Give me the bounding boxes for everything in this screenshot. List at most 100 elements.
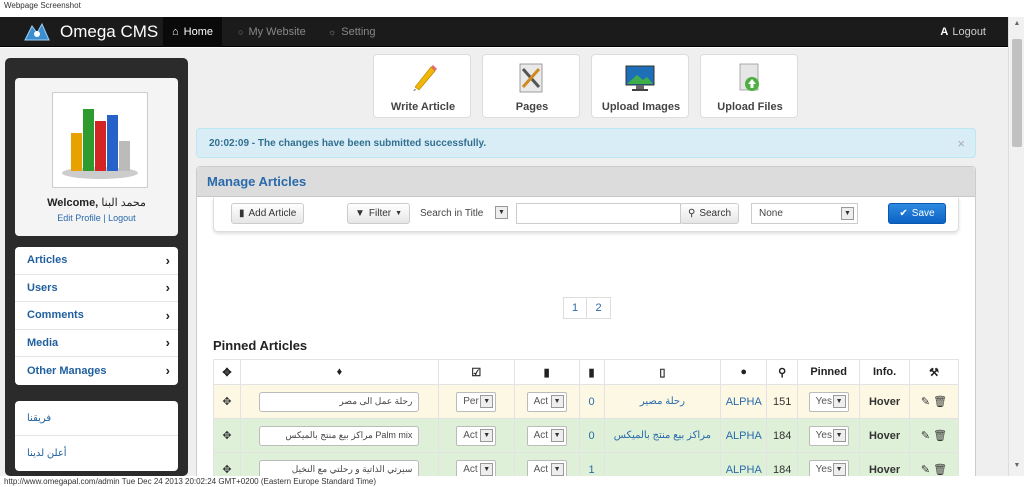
- edit-icon[interactable]: ✎: [921, 396, 930, 408]
- table-row: ✥ مراكز بيع منتج بالميكس Palm mix Act ▼ A…: [213, 418, 959, 453]
- tile-upload-images[interactable]: Upload Images: [591, 54, 689, 118]
- home-icon: ⌂: [172, 26, 179, 38]
- filter-button[interactable]: ▼ Filter ▼: [347, 203, 411, 224]
- comments-count[interactable]: 0: [578, 384, 605, 419]
- sidebar-item-other-manages[interactable]: Other Manages ›: [15, 357, 178, 385]
- tile-label: Upload Files: [717, 101, 783, 113]
- tile-write-article[interactable]: Write Article: [373, 54, 471, 118]
- chevron-down-icon: ▼: [480, 462, 494, 476]
- info-hover[interactable]: Hover: [859, 384, 911, 419]
- sidebar-item-users[interactable]: Users ›: [15, 275, 178, 302]
- pinned-select[interactable]: Yes ▼: [808, 391, 849, 412]
- chevron-down-icon: ▼: [550, 462, 564, 476]
- edit-icon[interactable]: ✎: [921, 430, 930, 442]
- bar-chart-avatar-icon: [62, 109, 138, 179]
- status-select[interactable]: Per ▼: [456, 391, 497, 412]
- info-hover[interactable]: Hover: [859, 452, 911, 476]
- views-count: 184: [766, 418, 799, 453]
- chevron-down-icon: ▼: [550, 428, 564, 442]
- sidebar-item-media[interactable]: Media ›: [15, 330, 178, 357]
- category-select[interactable]: None ▼: [751, 203, 858, 224]
- globe-icon: ○: [238, 27, 244, 37]
- author-link[interactable]: ALPHA: [720, 418, 768, 453]
- trash-icon[interactable]: 🗑: [933, 430, 947, 442]
- sidebar-link-team[interactable]: فريقنا: [15, 401, 178, 436]
- add-article-button[interactable]: ▮ Add Article: [231, 203, 305, 224]
- tile-label: Upload Images: [601, 101, 681, 113]
- tile-pages[interactable]: Pages: [482, 54, 580, 118]
- author-link[interactable]: ALPHA: [720, 384, 768, 419]
- info-hover[interactable]: Hover: [859, 418, 911, 453]
- edit-icon[interactable]: ✎: [921, 464, 930, 476]
- title-input[interactable]: مراكز بيع منتج بالميكس Palm mix: [259, 425, 420, 446]
- trash-icon[interactable]: 🗑: [933, 396, 947, 408]
- status-select[interactable]: Act ▼: [456, 425, 497, 446]
- user-name: محمد البنا: [101, 197, 146, 209]
- comments-mode-select[interactable]: Act ▼: [526, 459, 567, 476]
- category-link[interactable]: [603, 452, 722, 476]
- sidebar-links: فريقنا أعلن لدينا: [15, 401, 178, 471]
- sidebar-item-articles[interactable]: Articles ›: [15, 247, 178, 275]
- sidebar-link-advertise[interactable]: أعلن لدينا: [15, 436, 178, 471]
- comments-count[interactable]: 0: [578, 418, 605, 453]
- comment-icon: ▮: [513, 359, 580, 385]
- comments-mode-select[interactable]: Act ▼: [526, 391, 567, 412]
- logout-link[interactable]: A Logout: [940, 17, 986, 47]
- nav-my-website[interactable]: ○ My Website: [238, 17, 306, 47]
- drag-handle-icon[interactable]: ✥: [213, 452, 241, 476]
- pagination: 1 2: [563, 297, 611, 319]
- filter-label: Filter: [368, 208, 392, 219]
- comments-mode-select[interactable]: Act ▼: [526, 425, 567, 446]
- status-select[interactable]: Act ▼: [456, 459, 497, 476]
- trash-icon[interactable]: 🗑: [933, 464, 947, 476]
- info-header: Info.: [859, 359, 911, 385]
- author-icon: ●: [720, 359, 768, 385]
- user-icon: A: [940, 26, 949, 38]
- page-scrollbar[interactable]: ▲ ▼: [1008, 17, 1024, 476]
- search-label: Search: [699, 208, 732, 219]
- sidebar-item-label: Other Manages: [27, 364, 107, 377]
- nav-setting[interactable]: ☼ Setting: [328, 17, 376, 47]
- profile-links[interactable]: Edit Profile | Logout: [15, 213, 178, 223]
- comments-count[interactable]: 1: [578, 452, 605, 476]
- move-icon: ✥: [213, 359, 241, 385]
- save-label: Save: [911, 208, 935, 219]
- category-link[interactable]: رحلة مصير: [603, 384, 722, 419]
- file-upload-icon: [739, 63, 759, 91]
- pinned-select[interactable]: Yes ▼: [808, 425, 849, 446]
- nav-home[interactable]: ⌂ Home: [163, 17, 222, 47]
- sidebar-item-comments[interactable]: Comments ›: [15, 302, 178, 330]
- section-title: Pinned Articles: [213, 338, 308, 353]
- welcome-label: Welcome,: [47, 197, 99, 209]
- pinned-select[interactable]: Yes ▼: [808, 459, 849, 476]
- close-icon[interactable]: ×: [957, 136, 965, 151]
- pinned-header[interactable]: Pinned: [797, 359, 861, 385]
- category-link[interactable]: مراكز بيع منتج بالميكس: [603, 418, 722, 453]
- sidebar-item-label: Articles: [27, 254, 68, 267]
- brand-name: Omega CMS: [60, 22, 159, 41]
- tile-upload-files[interactable]: Upload Files: [700, 54, 798, 118]
- avatar[interactable]: [52, 92, 148, 188]
- brand[interactable]: Omega CMS: [22, 20, 158, 44]
- author-link[interactable]: ALPHA: [720, 452, 768, 476]
- page-1-button[interactable]: 1: [563, 297, 587, 319]
- nav-setting-label: Setting: [341, 26, 376, 38]
- scroll-thumb[interactable]: [1012, 39, 1022, 147]
- save-button[interactable]: ✔ Save: [888, 203, 946, 224]
- pinned-articles-table: ✥ ♦ ☑ ▮ ▮ ▯ ● ⚲ Pinned Info. ⚒ ✥ رحلة عم…: [213, 359, 959, 476]
- page-2-button[interactable]: 2: [587, 297, 611, 319]
- pencil-icon: [413, 65, 437, 91]
- title-input[interactable]: رحلة عمل الى مصر: [259, 391, 420, 412]
- drag-handle-icon[interactable]: ✥: [213, 418, 241, 453]
- scroll-down-icon[interactable]: ▼: [1012, 462, 1022, 469]
- welcome-text: Welcome, محمد البنا: [15, 196, 178, 209]
- drag-handle-icon[interactable]: ✥: [213, 384, 241, 419]
- search-button[interactable]: ⚲ Search: [680, 203, 740, 224]
- title-input[interactable]: سيرتي الذاتية و رحلتي مع النخيل: [259, 459, 420, 476]
- manage-articles-panel: Manage Articles ▮ Add Article ▼ Filter ▼…: [196, 166, 976, 476]
- search-field-select[interactable]: Search in Title ▼: [413, 203, 511, 224]
- scroll-up-icon[interactable]: ▲: [1012, 20, 1022, 27]
- sidebar-menu: Articles › Users › Comments › Media › Ot…: [15, 247, 178, 385]
- nav-home-label: Home: [183, 26, 213, 38]
- search-input[interactable]: [516, 203, 681, 224]
